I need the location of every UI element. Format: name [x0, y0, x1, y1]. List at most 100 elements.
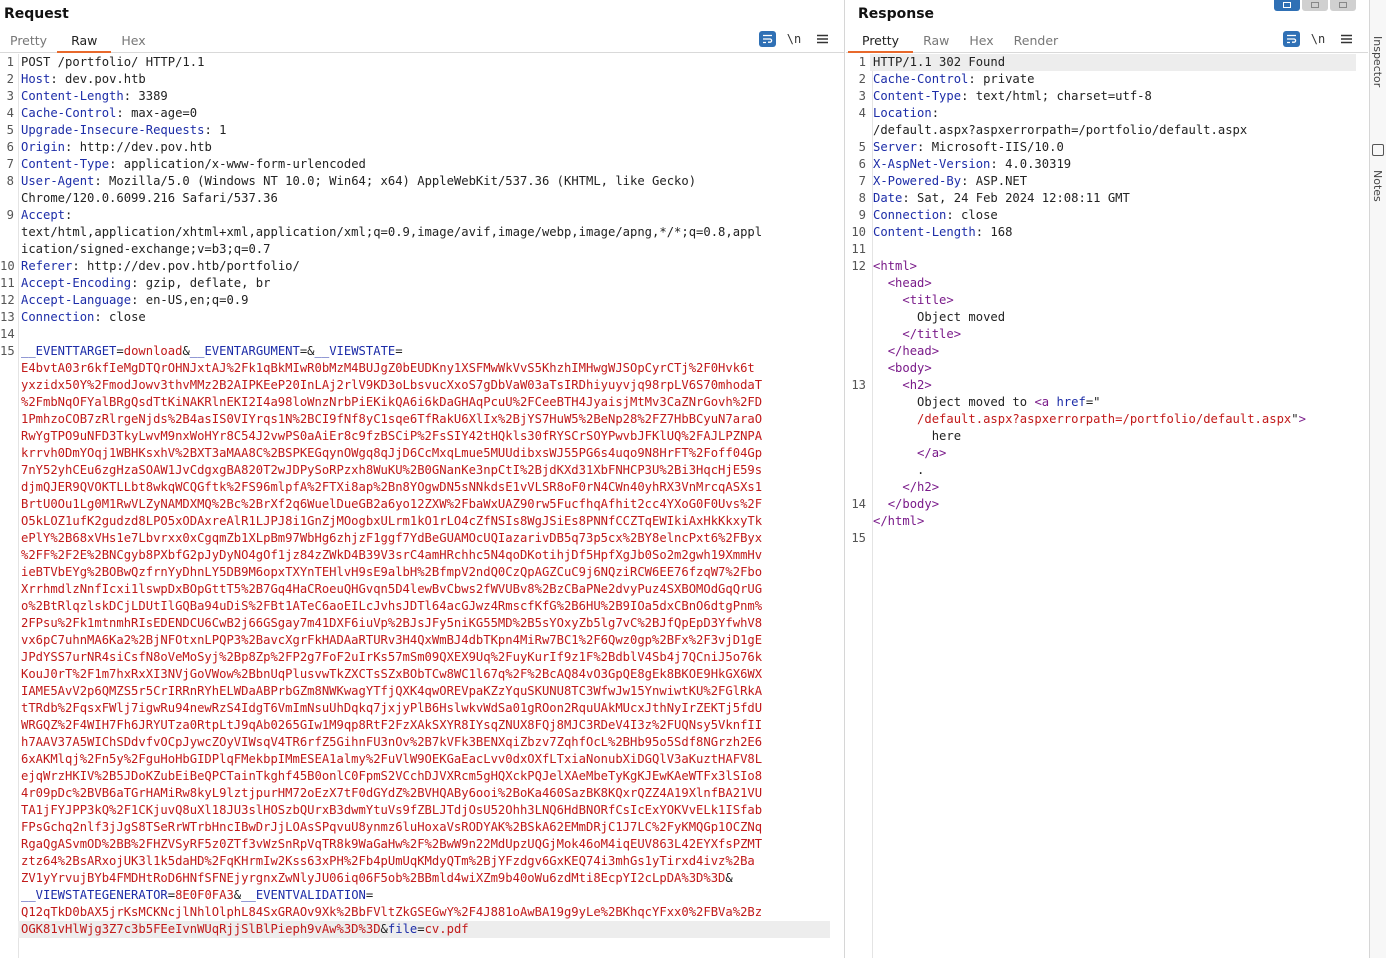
- response-line: 8 Date: Sat, 24 Feb 2024 12:08:11 GMT: [846, 190, 1368, 207]
- request-menu-icon[interactable]: [812, 30, 832, 48]
- header-name: Server: [873, 140, 918, 154]
- response-editor[interactable]: 1 HTTP/1.1 302 Found 2 Cache-Control: priva…: [846, 54, 1368, 958]
- line-code: BrtU0Ou1Lg0M1RwVLZyNAMDXMQ%2Bc%2BrXf2q6W…: [18, 496, 830, 513]
- html-tag: </title>: [902, 327, 962, 341]
- link-text: here: [931, 429, 962, 443]
- inspector-tab[interactable]: Inspector: [1371, 36, 1384, 87]
- request-title: Request: [4, 6, 69, 22]
- header-name: Content-Length: [873, 225, 976, 239]
- response-wrap-toggle-icon[interactable]: [1283, 31, 1300, 47]
- response-tabbar: Pretty Raw Hex Render \n: [846, 28, 1368, 53]
- request-body-line: KouJ0rT%2F1m7hxRxXI3NVjGoVWow%2BbnUqPlus…: [0, 666, 844, 683]
- line-code: Origin: http://dev.pov.htb: [21, 140, 212, 154]
- request-body-line: ztz64%2BsARxojUK3l1k5daHD%2FqKHrmIw2Kss6…: [0, 853, 844, 870]
- response-tab-raw[interactable]: Raw: [913, 28, 959, 53]
- line-number: 2: [6, 72, 14, 86]
- request-tab-raw[interactable]: Raw: [57, 28, 112, 53]
- request-line: 14: [0, 326, 844, 343]
- line-code: /default.aspx?aspxerrorpath=/portfolio/d…: [870, 122, 1356, 139]
- request-body-line: vx6pC7uhnMA6Ka2%2BjNFOtxnLPQP3%2BavcXgrF…: [0, 632, 844, 649]
- line-number: 14: [0, 327, 15, 341]
- attr-value: /default.aspx?aspxerrorpath=/portfolio/d…: [917, 412, 1292, 426]
- request-body-line: 6xAKMlqj%2Fn5y%2FguHoHbGIDPlqFMekbpIMmES…: [0, 751, 844, 768]
- param-value: 8E0F0FA3: [175, 888, 234, 902]
- line-number: 10: [0, 259, 15, 273]
- html-tag: >: [1298, 412, 1306, 426]
- notes-icon[interactable]: [1372, 144, 1384, 156]
- request-line: 4 Cache-Control: max-age=0: [0, 105, 844, 122]
- line-number: 13: [0, 310, 15, 324]
- response-line: 15: [846, 530, 1368, 547]
- header-name: Connection: [873, 208, 947, 222]
- header-value: Microsoft-IIS/10.0: [924, 140, 1064, 154]
- request-line: 10 Referer: http://dev.pov.htb/portfolio/: [0, 258, 844, 275]
- line-number: [0, 836, 18, 853]
- request-body-line: o%2BtRlqzlskDCjLDUtIlGQBa94uDiS%2FBt1ATe…: [0, 598, 844, 615]
- line-number: [0, 853, 18, 870]
- viewstate-value: ztz64%2BsARxojUK3l1k5daHD%2FqKHrmIw2Kss6…: [21, 854, 755, 868]
- line-number: [0, 547, 18, 564]
- line-code: KouJ0rT%2F1m7hxRxXI3NVjGoVWow%2BbnUqPlus…: [18, 666, 830, 683]
- request-tab-pretty[interactable]: Pretty: [0, 28, 57, 53]
- line-code: yxzidx50Y%2FmodJowv3thvMMz2B2AIPKEeP20In…: [18, 377, 830, 394]
- request-body-line: krrvh0DmYOqj1WBHKsxhV%2BXT3aMAA8C%2BSPKE…: [0, 445, 844, 462]
- request-body-line: JPdYSS7urNR4siCsfN8oVeMoSyj%2Bp8Zp%2FP2g…: [0, 649, 844, 666]
- viewstate-value: TA1jFYJPP3kQ%2F1CKjuvQ8uXl18JU3slHOSzbQU…: [21, 803, 763, 817]
- line-number: 1: [6, 55, 14, 69]
- response-lines: 1 HTTP/1.1 302 Found 2 Cache-Control: priva…: [846, 54, 1368, 547]
- line-code: ieBTVbEYg%2BOBwQzfrnYyDhnLY5DB9M6opxTXYn…: [18, 564, 830, 581]
- response-line: </h2>: [846, 479, 1368, 496]
- response-text: /default.aspx?aspxerrorpath=/portfolio/d…: [873, 123, 1248, 137]
- title-text: Object moved: [917, 310, 1006, 324]
- request-editor[interactable]: 1 POST /portfolio/ HTTP/1.1 2 Host: dev.pov…: [0, 54, 844, 958]
- viewstate-value: FPsGchq2nlf3jJgS8TSeRrWTrbHncIBwDrJjLOAs…: [21, 820, 763, 834]
- line-number: 15: [851, 531, 866, 545]
- h2-text: Object moved to: [917, 395, 1035, 409]
- response-tab-render[interactable]: Render: [1004, 28, 1069, 53]
- response-tab-hex[interactable]: Hex: [959, 28, 1003, 53]
- line-code: JPdYSS7urNR4siCsfN8oVeMoSyj%2Bp8Zp%2FP2g…: [18, 649, 830, 666]
- request-tabs: Pretty Raw Hex: [0, 28, 156, 53]
- html-tag: </h2>: [902, 480, 940, 494]
- line-code: IAME5AvV2p6QMZS5r5CrIRRnRYhELWDaABPrbGZm…: [18, 683, 830, 700]
- viewstate-value: %2FmbNqOFYalBRgQsdTtKiNAKRlnEKI2I4a98loW…: [21, 395, 763, 409]
- request-body-line: OGK81vHlWjg3Z7c3b5FEeIvnWUqRjjSlBlPieph9…: [0, 921, 844, 938]
- response-newline-toggle[interactable]: \n: [1308, 30, 1328, 48]
- response-tab-pretty[interactable]: Pretty: [848, 28, 914, 53]
- request-body-line: ZV1yYrvujBYb4FMDHtRoD6HNfSFNEjyrgnxZwNly…: [0, 870, 844, 887]
- line-code: </body>: [870, 496, 1356, 513]
- response-toolbar: \n: [1283, 30, 1356, 48]
- line-number: [0, 768, 18, 785]
- layout-tabs-icon[interactable]: [1330, 0, 1356, 11]
- line-code: X-AspNet-Version: 4.0.30319: [873, 157, 1072, 171]
- header-name: User-Agent: [21, 174, 95, 188]
- line-code: Connection: close: [21, 310, 146, 324]
- response-menu-icon[interactable]: [1336, 30, 1356, 48]
- viewstate-value: RgaQgASvmOD%2BB%2FHZVSyRF5z0ZTf3vWzSnRpV…: [21, 837, 763, 851]
- notes-tab[interactable]: Notes: [1371, 170, 1384, 202]
- line-code: 4r09pDc%2BVB6aTGrHAMiRw8kyL9lztjpurHM72o…: [18, 785, 830, 802]
- response-line: 9 Connection: close: [846, 207, 1368, 224]
- request-body-line: 15 __EVENTTARGET=download&__EVENTARGUMENT…: [0, 343, 844, 360]
- viewstate-value: IAME5AvV2p6QMZS5r5CrIRRnRYhELWDaABPrbGZm…: [21, 684, 763, 698]
- request-newline-toggle[interactable]: \n: [784, 30, 804, 48]
- line-number: 6: [6, 140, 14, 154]
- layout-side-by-side-icon[interactable]: [1274, 0, 1300, 11]
- line-code: Accept:: [21, 208, 73, 222]
- response-line: /default.aspx?aspxerrorpath=/portfolio/d…: [846, 411, 1368, 428]
- response-line: Object moved to <a href=": [846, 394, 1368, 411]
- line-code: djmQJER9QVOKTLLbt8wkqWCQGftk%2FS96mlpfA%…: [18, 479, 830, 496]
- request-wrap-toggle-icon[interactable]: [759, 31, 776, 47]
- line-code: RgaQgASvmOD%2BB%2FHZVSyRF5z0ZTf3vWzSnRpV…: [18, 836, 830, 853]
- param-name: __VIEWSTATE: [314, 344, 396, 358]
- line-number: 13: [851, 378, 866, 392]
- viewstate-value: 1PmhzoCOB7zRlrgeNjds%2B4asIS0VIYrqs1N%2B…: [21, 412, 763, 426]
- request-tab-hex[interactable]: Hex: [111, 28, 155, 53]
- line-code: </a>: [870, 445, 1356, 462]
- layout-stacked-icon[interactable]: [1302, 0, 1328, 11]
- line-code: %2FF%2F2E%2BNCgyb8PXbfG2pJyDyNO4gOf1jz84…: [18, 547, 830, 564]
- line-code: Host: dev.pov.htb: [21, 72, 146, 86]
- response-line: 13 <h2>: [846, 377, 1368, 394]
- line-number: [846, 394, 870, 411]
